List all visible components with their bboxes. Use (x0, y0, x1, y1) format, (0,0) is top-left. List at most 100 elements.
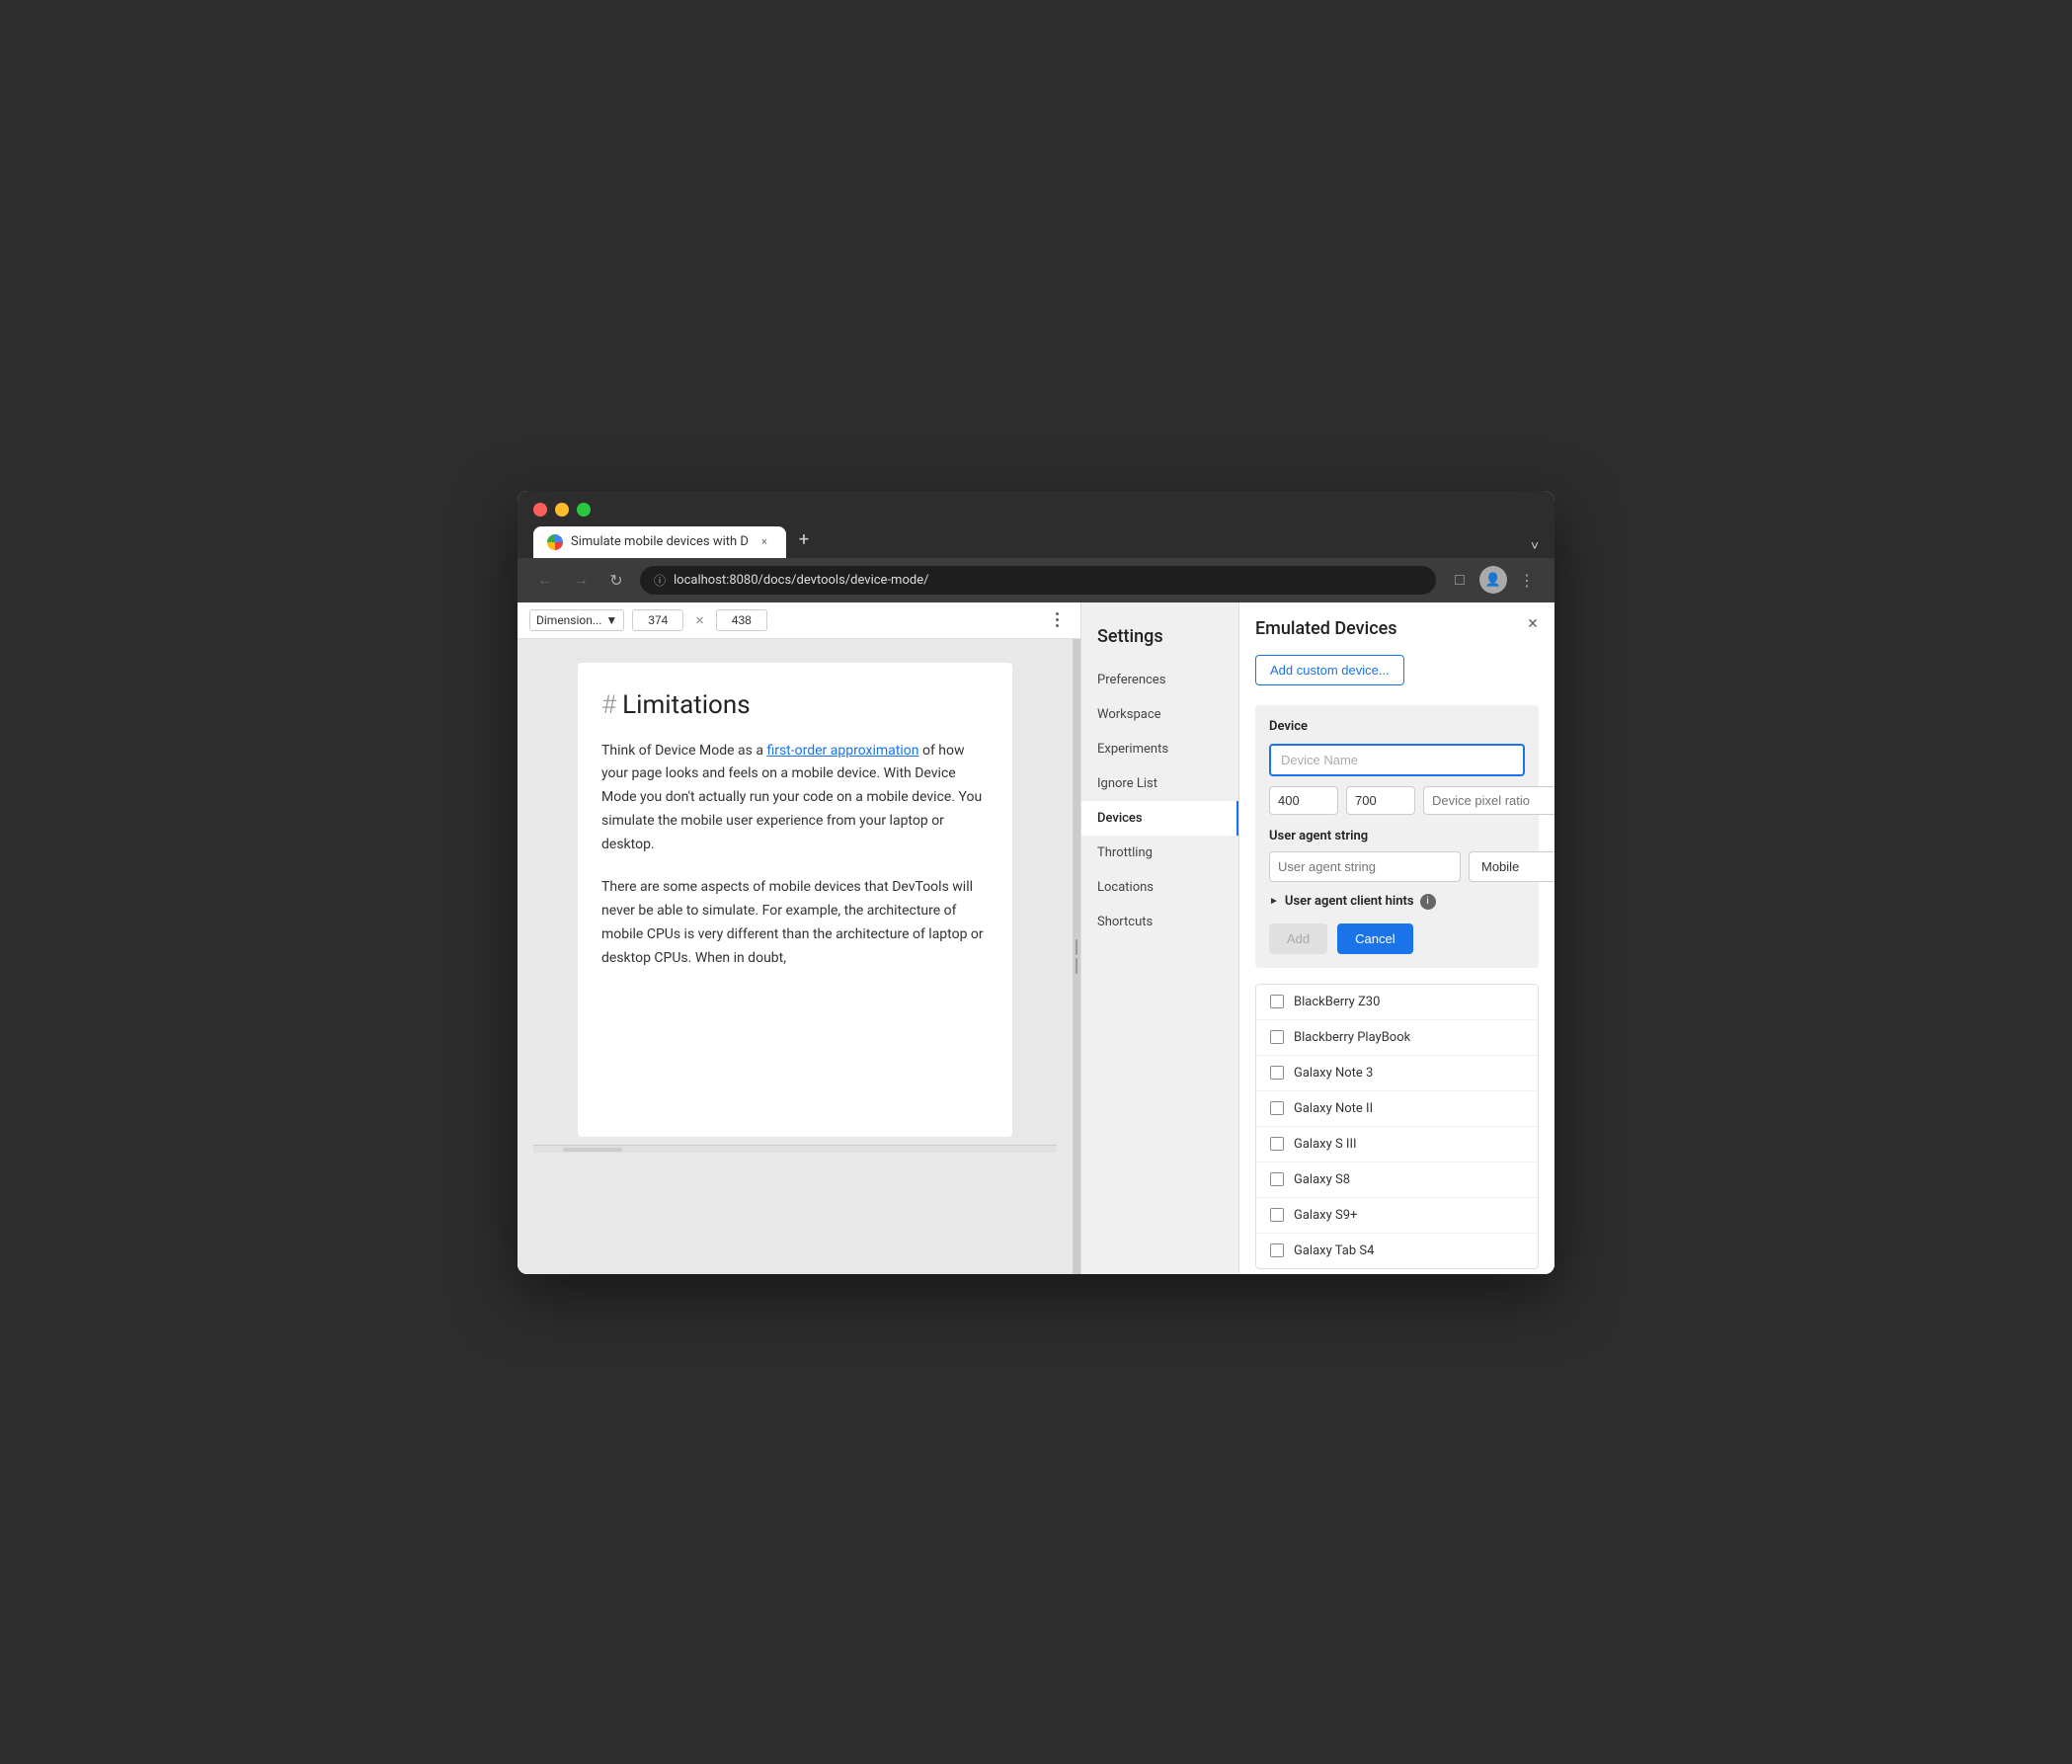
sidebar-item-experiments[interactable]: Experiments (1081, 732, 1238, 766)
height-input[interactable] (716, 609, 767, 631)
sidebar-item-shortcuts[interactable]: Shortcuts (1081, 905, 1238, 939)
dimension-x-separator: × (695, 610, 704, 629)
device-checkbox-blackberry-playbook[interactable] (1270, 1030, 1284, 1044)
traffic-lights (533, 503, 1539, 517)
form-actions: Add Cancel (1269, 923, 1525, 954)
user-agent-row: Mobile Desktop Tablet (1269, 851, 1525, 882)
device-checkbox-galaxy-s9plus[interactable] (1270, 1208, 1284, 1222)
resize-line-2 (1076, 958, 1077, 974)
ua-hints-arrow-icon: ► (1269, 896, 1279, 907)
devtools-area: Dimension... ▼ × #Limitations (518, 602, 1080, 1274)
emulated-devices-title: Emulated Devices (1255, 618, 1539, 639)
add-device-btn[interactable]: Add (1269, 923, 1327, 954)
fullscreen-window-btn[interactable] (577, 503, 591, 517)
cancel-btn[interactable]: Cancel (1337, 923, 1412, 954)
user-agent-string-input[interactable] (1269, 851, 1461, 882)
browser-window: Simulate mobile devices with D × + ˅ ← →… (518, 491, 1554, 1274)
more-dot-2 (1056, 618, 1059, 621)
menu-btn[interactable]: ⋮ (1515, 568, 1539, 592)
user-agent-string-label: User agent string (1269, 829, 1525, 843)
resize-handle[interactable] (1073, 639, 1080, 1274)
device-dims-row (1269, 786, 1525, 815)
settings-title: Settings (1081, 614, 1238, 663)
lock-icon: ⓘ (654, 572, 666, 589)
device-section-label: Device (1269, 719, 1525, 734)
device-width-input[interactable] (1269, 786, 1338, 815)
ua-hints-row[interactable]: ► User agent client hints i (1269, 894, 1525, 910)
sidebar-item-workspace[interactable]: Workspace (1081, 697, 1238, 732)
resize-line-1 (1076, 939, 1077, 955)
browser-content: Dimension... ▼ × #Limitations (518, 602, 1554, 1274)
tab-favicon (547, 534, 563, 550)
sidebar-item-preferences[interactable]: Preferences (1081, 663, 1238, 697)
split-view-icon[interactable]: □ (1448, 568, 1472, 592)
add-custom-device-btn[interactable]: Add custom device... (1255, 655, 1404, 685)
page-inner: #Limitations Think of Device Mode as a f… (578, 663, 1012, 1137)
device-name-galaxy-note-3: Galaxy Note 3 (1294, 1066, 1373, 1081)
settings-panel: Settings Preferences Workspace Experimen… (1080, 602, 1554, 1274)
settings-layout: Settings Preferences Workspace Experimen… (1081, 602, 1554, 1274)
page-para-2: There are some aspects of mobile devices… (601, 876, 989, 970)
dimension-label: Dimension... (536, 613, 601, 627)
more-dot-3 (1056, 624, 1059, 627)
settings-sidebar: Settings Preferences Workspace Experimen… (1081, 602, 1239, 1274)
sidebar-item-devices[interactable]: Devices (1081, 801, 1238, 836)
profile-btn[interactable]: 👤 (1479, 566, 1507, 594)
active-tab[interactable]: Simulate mobile devices with D × (533, 526, 786, 558)
tab-bar: Simulate mobile devices with D × + ˅ (533, 526, 1539, 558)
first-order-link[interactable]: first-order approximation (766, 743, 918, 759)
ua-hints-info-icon: i (1420, 894, 1436, 910)
width-input[interactable] (632, 609, 683, 631)
list-item: Galaxy Tab S4 (1256, 1234, 1538, 1268)
close-window-btn[interactable] (533, 503, 547, 517)
device-checkbox-galaxy-s-iii[interactable] (1270, 1137, 1284, 1151)
list-item: Galaxy S III (1256, 1127, 1538, 1163)
device-checkbox-galaxy-note-3[interactable] (1270, 1066, 1284, 1080)
device-pixel-ratio-input[interactable] (1423, 786, 1554, 815)
toolbar-more-btn[interactable] (1045, 608, 1069, 632)
device-height-input[interactable] (1346, 786, 1415, 815)
device-form: Device User agent string Mobile (1255, 705, 1539, 968)
forward-btn[interactable]: → (569, 568, 593, 592)
device-name-input[interactable] (1269, 744, 1525, 776)
address-input[interactable]: ⓘ localhost:8080/docs/devtools/device-mo… (640, 566, 1436, 595)
sidebar-item-ignore-list[interactable]: Ignore List (1081, 766, 1238, 801)
tab-close-btn[interactable]: × (757, 534, 772, 550)
device-name-blackberry-playbook: Blackberry PlayBook (1294, 1030, 1410, 1045)
resize-lines (1076, 939, 1077, 974)
horizontal-scrollbar[interactable] (533, 1145, 1057, 1153)
browser-chrome: Simulate mobile devices with D × + ˅ (518, 491, 1554, 558)
more-dot-1 (1056, 612, 1059, 615)
list-item: Galaxy Note 3 (1256, 1056, 1538, 1091)
page-heading: #Limitations (601, 690, 989, 720)
address-actions: □ 👤 ⋮ (1448, 566, 1539, 594)
dimension-select[interactable]: Dimension... ▼ (529, 609, 624, 631)
user-agent-type-select[interactable]: Mobile Desktop Tablet (1469, 851, 1554, 882)
reload-btn[interactable]: ↻ (604, 568, 628, 592)
device-list: BlackBerry Z30 Blackberry PlayBook Galax… (1255, 984, 1539, 1269)
page-para-1: Think of Device Mode as a first-order ap… (601, 740, 989, 857)
device-checkbox-galaxy-s8[interactable] (1270, 1172, 1284, 1186)
device-checkbox-galaxy-tab-s4[interactable] (1270, 1243, 1284, 1257)
back-btn[interactable]: ← (533, 568, 557, 592)
tab-list-chevron-icon[interactable]: ˅ (1531, 537, 1539, 554)
list-item: Galaxy S9+ (1256, 1198, 1538, 1234)
sidebar-item-throttling[interactable]: Throttling (1081, 836, 1238, 870)
device-name-galaxy-s9plus: Galaxy S9+ (1294, 1208, 1357, 1223)
settings-main: × Emulated Devices Add custom device... … (1239, 602, 1554, 1274)
ua-hints-label: User agent client hints (1285, 894, 1414, 909)
settings-close-btn[interactable]: × (1521, 612, 1545, 636)
minimize-window-btn[interactable] (555, 503, 569, 517)
profile-icon: 👤 (1485, 573, 1501, 588)
list-item: Galaxy S8 (1256, 1163, 1538, 1198)
url-text: localhost:8080/docs/devtools/device-mode… (674, 573, 928, 588)
horizontal-scroll-thumb[interactable] (563, 1148, 622, 1152)
list-item: Galaxy Note II (1256, 1091, 1538, 1127)
device-checkbox-galaxy-note-ii[interactable] (1270, 1101, 1284, 1115)
list-item: Blackberry PlayBook (1256, 1020, 1538, 1056)
device-checkbox-blackberry-z30[interactable] (1270, 995, 1284, 1008)
tab-title: Simulate mobile devices with D (571, 534, 749, 549)
sidebar-item-locations[interactable]: Locations (1081, 870, 1238, 905)
dimension-arrow-icon: ▼ (605, 613, 617, 627)
new-tab-btn[interactable]: + (790, 526, 818, 554)
